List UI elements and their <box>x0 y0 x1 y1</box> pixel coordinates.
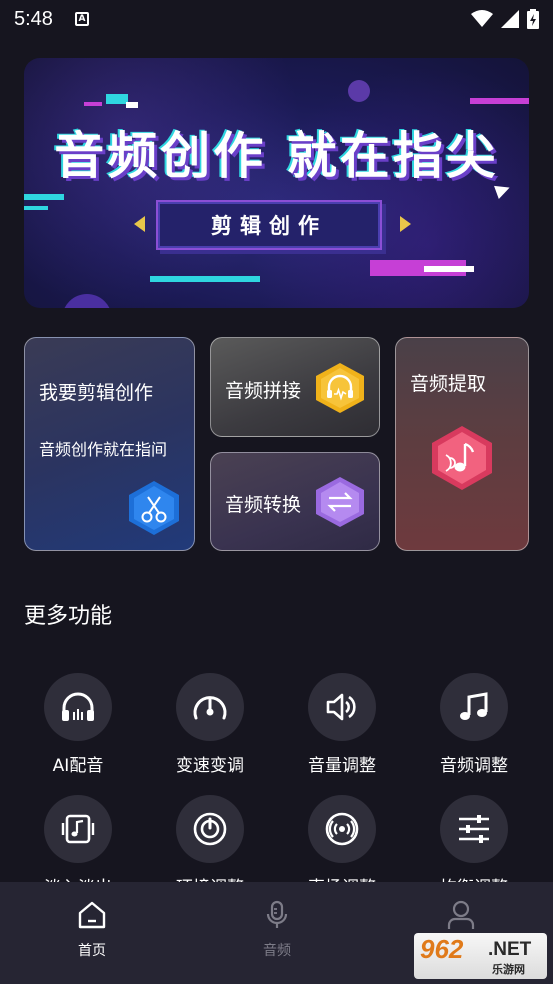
status-time: 5:48 <box>14 7 53 30</box>
banner-deco-bar <box>424 266 474 272</box>
surround-icon <box>325 812 359 846</box>
nav-item-home[interactable]: 首页 <box>47 900 137 960</box>
banner-deco-bar <box>470 98 529 104</box>
feature-label: 变速变调 <box>176 756 244 776</box>
card-extract-title: 音频提取 <box>410 373 487 395</box>
banner-deco-block <box>106 94 128 104</box>
watermark-main: 962 <box>420 934 464 964</box>
music-note-icon <box>460 692 488 720</box>
feature-volume-adjust[interactable]: 音量调整 <box>282 673 402 776</box>
watermark-net: .NET <box>488 939 532 960</box>
feature-icon-circle <box>176 673 244 741</box>
status-icons <box>471 9 539 29</box>
feature-icon-circle <box>308 673 376 741</box>
banner-left-arrow-icon <box>134 216 145 232</box>
headphones-icon <box>62 692 94 721</box>
card-edit-create[interactable]: 我要剪辑创作 音频创作就在指间 <box>24 337 195 551</box>
card-audio-convert[interactable]: 音频转换 <box>210 452 380 551</box>
banner-deco-bar <box>24 206 48 210</box>
feature-audio-adjust[interactable]: 音频调整 <box>414 673 534 776</box>
fade-music-icon <box>61 814 95 844</box>
banner-deco-block <box>84 102 102 106</box>
equalizer-icon <box>459 815 489 843</box>
feature-icon-circle <box>44 795 112 863</box>
feature-label: 音量调整 <box>308 756 376 776</box>
user-icon <box>447 900 475 929</box>
volume-icon <box>326 693 356 721</box>
banner-deco-bar <box>24 194 64 200</box>
feature-speed-pitch[interactable]: 变速变调 <box>150 673 270 776</box>
banner-deco-block <box>126 102 138 108</box>
card-audio-splice[interactable]: 音频拼接 <box>210 337 380 437</box>
banner-sub-label: 剪辑创作 <box>211 214 327 238</box>
nav-item-profile[interactable] <box>416 900 506 934</box>
wifi-icon <box>471 10 493 27</box>
card-splice-title: 音频拼接 <box>225 380 302 402</box>
watermark-logo: 962 .NET 乐游网 <box>414 933 547 979</box>
battery-icon <box>527 9 539 29</box>
feature-icon-circle <box>308 795 376 863</box>
scissors-icon <box>129 481 179 535</box>
headphones-wave-icon <box>316 363 364 413</box>
status-bar: 5:48 A <box>0 0 553 38</box>
microphone-icon <box>266 900 288 928</box>
watermark-sub: 乐游网 <box>492 963 525 976</box>
feature-icon-circle <box>176 795 244 863</box>
music-note-icon <box>432 426 492 490</box>
feature-icon-circle <box>44 673 112 741</box>
feature-label: 音频调整 <box>440 756 508 776</box>
feature-icon-circle <box>440 673 508 741</box>
banner-deco-bar <box>150 276 260 282</box>
power-dial-icon <box>193 812 227 846</box>
section-title-more: 更多功能 <box>24 604 113 629</box>
card-convert-title: 音频转换 <box>225 494 302 516</box>
notification-icon: A <box>74 12 89 26</box>
home-icon <box>78 901 106 929</box>
nav-label-home: 首页 <box>78 943 106 959</box>
banner-right-arrow-icon <box>400 216 411 232</box>
feature-ai-dubbing[interactable]: AI配音 <box>18 673 138 776</box>
banner-deco-circle <box>348 80 370 102</box>
speedometer-icon <box>193 696 227 720</box>
card-edit-title: 我要剪辑创作 <box>39 382 154 404</box>
promo-banner[interactable]: 音频创作 就在指尖 剪辑创作 <box>24 58 529 308</box>
card-audio-extract[interactable]: 音频提取 <box>395 337 529 551</box>
swap-arrows-icon <box>316 477 364 527</box>
banner-sub-box: 剪辑创作 <box>156 200 382 250</box>
banner-headline: 音频创作 就在指尖 <box>54 127 499 185</box>
feature-icon-circle <box>440 795 508 863</box>
card-edit-desc: 音频创作就在指间 <box>39 440 168 459</box>
nav-label-audio: 音频 <box>263 943 291 959</box>
feature-label: AI配音 <box>52 756 104 776</box>
nav-item-audio[interactable]: 音频 <box>232 900 322 960</box>
signal-icon <box>501 10 519 28</box>
